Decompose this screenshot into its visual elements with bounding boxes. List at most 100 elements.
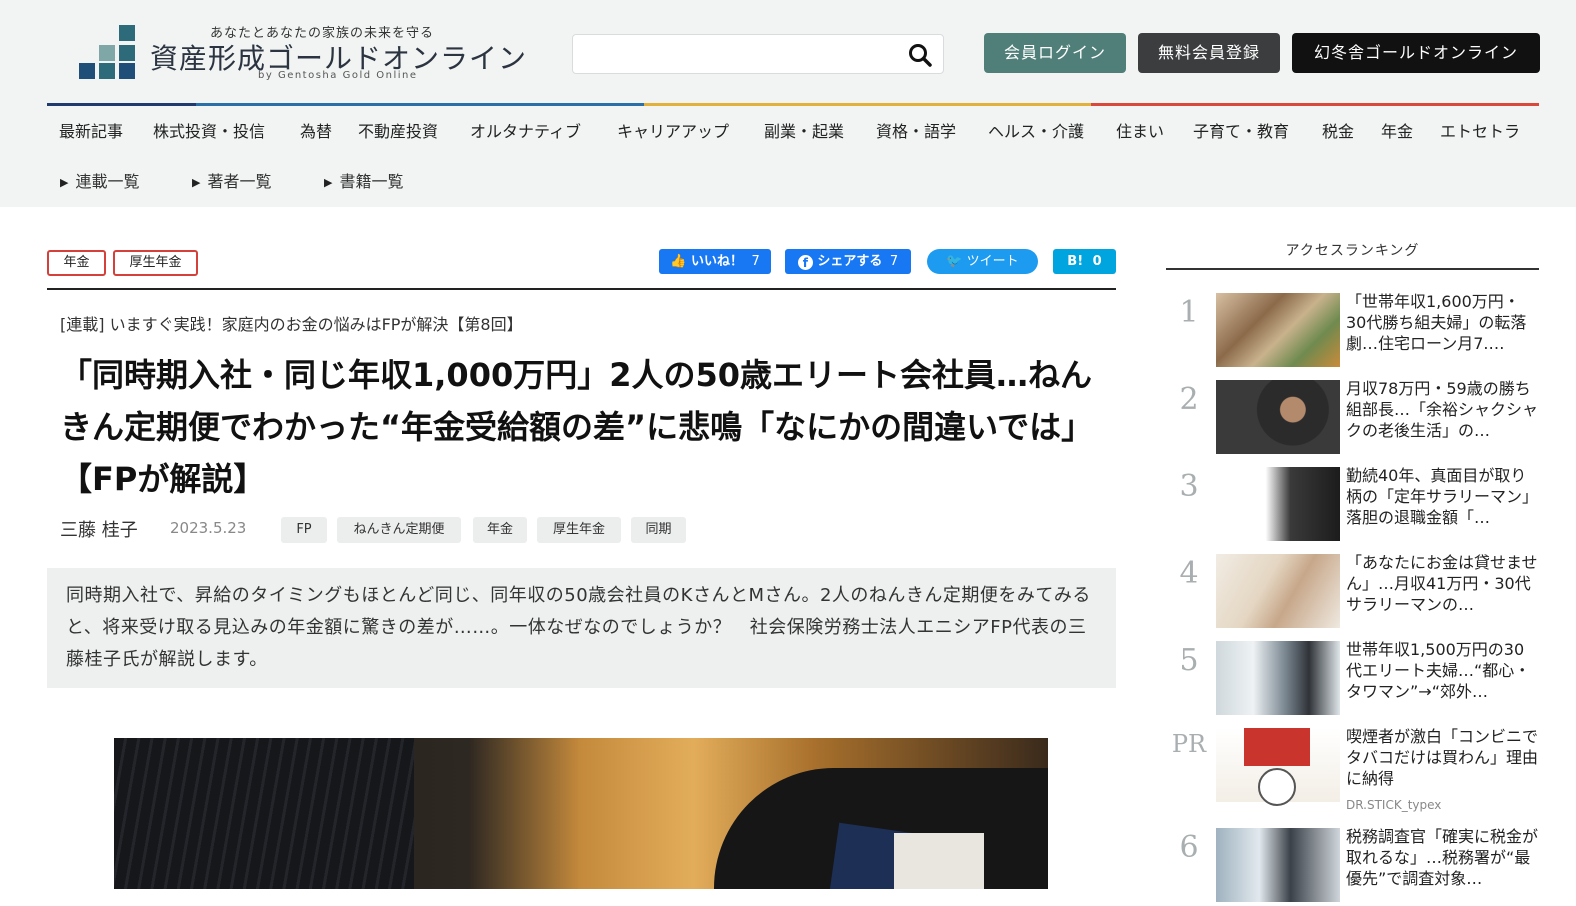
subnav-label: 連載一覧: [75, 172, 140, 191]
article-lead-text: 同時期入社で、昇給のタイミングもほとんど同じ、同年収の50歳会社員のKさんとMさ…: [66, 585, 1091, 670]
ranking-item[interactable]: 1 「世帯年収1,600万円・30代勝ち組夫婦」の転落劇…住宅ローン月7.…: [1166, 292, 1539, 371]
author-name[interactable]: 三藤 桂子: [60, 516, 138, 542]
ranking-headline: 税務調査官「確実に税金が取れるな」…税務署が“最優先”で調査対象…: [1346, 827, 1539, 888]
subnav-label: 著者一覧: [207, 172, 272, 191]
rank-number: 1: [1179, 295, 1199, 330]
ranking-title: アクセスランキング: [1285, 243, 1420, 259]
rank-number: 3: [1179, 469, 1199, 504]
series-title[interactable]: [連載] いますぐ実践！家庭内のお金の悩みはFPが解決【第8回】: [60, 311, 523, 335]
nav-item-real-estate[interactable]: 不動産投資: [358, 118, 438, 142]
keyword-tag[interactable]: ねんきん定期便: [337, 517, 461, 543]
nav-color-segment: [47, 103, 197, 106]
nav-color-segment: [196, 103, 644, 106]
facebook-like-button[interactable]: 👍 いいね！ 7: [659, 249, 771, 274]
nav-item-fx[interactable]: 為替: [300, 118, 332, 142]
pr-label: PR: [1171, 730, 1207, 758]
ranking-headline: 勤続40年、真面目が取り柄の「定年サラリーマン」落胆の退職金額「…: [1346, 466, 1539, 527]
nav-item-etcetera[interactable]: エトセトラ: [1440, 118, 1520, 142]
ranking-thumbnail: [1216, 554, 1340, 628]
ranking-thumbnail: [1216, 467, 1340, 541]
ranking-item[interactable]: 2 月収78万円・59歳の勝ち組部長…「余裕シャクシャクの老後生活」の…: [1166, 379, 1539, 458]
site-byline: by Gentosha Gold Online: [258, 70, 418, 81]
site-header: あなたとあなたの家族の未来を守る 資産形成ゴールドオンライン by Gentos…: [0, 0, 1576, 207]
share-count: 7: [889, 254, 899, 269]
ranking-thumbnail: [1216, 380, 1340, 454]
logo-square: [119, 45, 135, 61]
triangle-right-icon: ▶: [60, 176, 69, 189]
ranking-headline: 世帯年収1,500万円の30代エリート夫婦…“都心・タワマン”→“郊外…: [1346, 640, 1531, 701]
nav-color-bar: [47, 103, 1539, 106]
rank-number: 4: [1179, 556, 1199, 591]
like-count: 7: [751, 254, 760, 269]
keyword-tag[interactable]: 厚生年金: [537, 517, 621, 543]
ranking-item[interactable]: 6 税務調査官「確実に税金が取れるな」…税務署が“最優先”で調査対象…: [1166, 827, 1539, 906]
keyword-tag[interactable]: 年金: [473, 517, 527, 543]
nav-item-tax[interactable]: 税金: [1322, 118, 1354, 142]
article-title: 「同時期入社・同じ年収1,000万円」2人の50歳エリート会社員…ねんきん定期便…: [60, 356, 1094, 498]
logo-square: [119, 25, 135, 41]
nav-item-housing[interactable]: 住まい: [1116, 118, 1164, 142]
tweet-label: ツイート: [966, 254, 1019, 269]
gentosha-gold-online-button[interactable]: 幻冬舎ゴールドオンライン: [1292, 33, 1540, 73]
nav-item-career[interactable]: キャリアアップ: [617, 118, 729, 142]
ranking-headline: 「世帯年収1,600万円・30代勝ち組夫婦」の転落劇…住宅ローン月7.…: [1346, 292, 1527, 353]
ranking-thumbnail: [1216, 641, 1340, 715]
tobacco-sign: [1244, 728, 1310, 766]
nav-item-alternative[interactable]: オルタナティブ: [470, 118, 581, 142]
login-button[interactable]: 会員ログイン: [984, 33, 1126, 73]
search-input[interactable]: [572, 34, 944, 74]
ranking-headline: 喫煙者が激白「コンビニでタバコだけは買わん」理由に納得: [1346, 727, 1539, 788]
ranking-item[interactable]: 3 勤続40年、真面目が取り柄の「定年サラリーマン」落胆の退職金額「…: [1166, 466, 1539, 545]
nav-item-pension[interactable]: 年金: [1381, 118, 1413, 142]
twitter-bird-icon: 🐦: [946, 254, 963, 269]
hatena-count: 0: [1092, 254, 1102, 269]
subnav-series-list[interactable]: ▶ 連載一覧: [60, 168, 139, 192]
keyword-tag[interactable]: FP: [281, 517, 327, 543]
ranking-divider: [1166, 268, 1539, 270]
article-header-divider: [47, 288, 1116, 290]
hatena-bookmark-button[interactable]: B! 0: [1053, 249, 1116, 274]
like-label: いいね！: [690, 254, 743, 269]
ranking-thumbnail: [1216, 293, 1340, 367]
facebook-icon: f: [797, 255, 813, 270]
ranking-thumbnail: [1216, 728, 1340, 806]
search-icon[interactable]: [907, 42, 933, 68]
ranking-headline: 月収78万円・59歳の勝ち組部長…「余裕シャクシャクの老後生活」の…: [1346, 379, 1539, 440]
article-hero-image: [114, 738, 1048, 889]
ranking-thumbnail: [1216, 828, 1340, 902]
facebook-share-button[interactable]: f シェアする 7: [785, 249, 911, 274]
subnav-books-list[interactable]: ▶ 書籍一覧: [324, 168, 403, 192]
ranking-item-pr[interactable]: PR 喫煙者が激白「コンビニでタバコだけは買わん」理由に納得 DR.STICK_…: [1166, 727, 1539, 816]
keyword-tag[interactable]: 同期: [631, 517, 686, 543]
publish-date: 2023.5.23: [170, 519, 247, 537]
ranking-item[interactable]: 5 世帯年収1,500万円の30代エリート夫婦…“都心・タワマン”→“郊外…: [1166, 640, 1539, 719]
nav-item-qualifications[interactable]: 資格・語学: [876, 118, 956, 142]
rank-number: 6: [1179, 830, 1199, 865]
suit-fabric: [114, 738, 414, 889]
logo-square: [99, 63, 115, 79]
pr-source: DR.STICK_typex: [1346, 798, 1442, 812]
logo-square: [99, 45, 115, 61]
category-tag[interactable]: 年金: [47, 250, 106, 276]
subnav-label: 書籍一覧: [339, 172, 404, 191]
thumbs-up-icon: 👍: [670, 254, 687, 269]
nav-item-health-care[interactable]: ヘルス・介護: [988, 118, 1084, 142]
shirt-collar: [894, 833, 984, 889]
illustration-face: [1258, 768, 1296, 806]
triangle-right-icon: ▶: [324, 176, 333, 189]
tweet-button[interactable]: 🐦 ツイート: [927, 249, 1038, 274]
category-tag[interactable]: 厚生年金: [113, 250, 198, 276]
triangle-right-icon: ▶: [192, 176, 201, 189]
ranking-item[interactable]: 4 「あなたにお金は貸せません」…月収41万円・30代サラリーマンの…: [1166, 553, 1539, 632]
register-button[interactable]: 無料会員登録: [1138, 33, 1280, 73]
hatena-b-icon: B!: [1067, 254, 1084, 269]
share-label: シェアする: [817, 254, 883, 269]
nav-item-child-education[interactable]: 子育て・教育: [1193, 118, 1289, 142]
nav-item-latest[interactable]: 最新記事: [59, 118, 123, 142]
nav-item-stocks[interactable]: 株式投資・投信: [153, 118, 265, 142]
subnav-authors-list[interactable]: ▶ 著者一覧: [192, 168, 271, 192]
nav-item-side-business[interactable]: 副業・起業: [764, 118, 844, 142]
rank-number: 5: [1179, 643, 1199, 678]
nav-color-segment: [643, 103, 1092, 106]
ranking-headline: 「あなたにお金は貸せません」…月収41万円・30代サラリーマンの…: [1346, 553, 1538, 614]
